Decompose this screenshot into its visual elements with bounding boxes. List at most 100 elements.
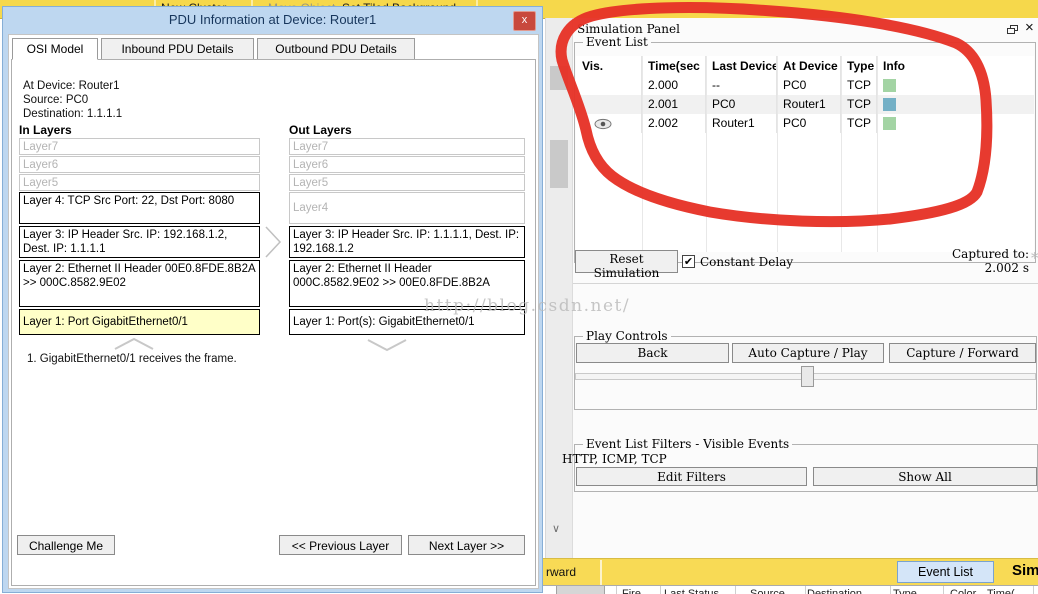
chevron-down-icon[interactable]: ∨ <box>552 522 560 535</box>
out-layer-6: Layer6 <box>289 156 525 173</box>
captured-to-value: 2.002 s <box>873 261 1029 275</box>
close-panel-icon[interactable]: × <box>1025 19 1034 36</box>
column-header: Type <box>841 56 877 76</box>
dialog-body: OSI Model Inbound PDU Details Outbound P… <box>8 34 539 589</box>
next-layer-button[interactable]: Next Layer >> <box>408 535 525 555</box>
pdu-column-header: Source <box>750 588 785 594</box>
capture-forward-button[interactable]: Capture / Forward <box>889 343 1036 363</box>
frame-note-text: 1. GigabitEthernet0/1 receives the frame… <box>27 353 237 365</box>
column-header: At Device <box>777 56 841 76</box>
reset-simulation-button[interactable]: Reset Simulation <box>575 250 678 273</box>
destination-text: Destination: 1.1.1.1 <box>23 108 122 120</box>
column-header: Time(sec <box>642 56 706 76</box>
divider <box>573 283 1038 284</box>
edit-filters-button[interactable]: Edit Filters <box>576 467 807 486</box>
at-device-cell: Router1 <box>777 95 841 114</box>
time-cell: 2.001 <box>642 95 706 114</box>
in-layer-1[interactable]: Layer 1: Port GigabitEthernet0/1 <box>19 309 260 335</box>
simulation-panel: Simulation Panel × Event List Vis. Time(… <box>572 18 1038 558</box>
arrow-right-icon <box>264 225 284 259</box>
auto-capture-play-button[interactable]: Auto Capture / Play <box>732 343 884 363</box>
out-layers-heading: Out Layers <box>289 123 352 137</box>
time-cell: 2.002 <box>642 114 706 133</box>
pdu-information-dialog: PDU Information at Device: Router1 x OSI… <box>2 6 543 593</box>
info-color-swatch[interactable] <box>883 79 896 92</box>
float-window-icon[interactable] <box>1007 25 1019 35</box>
event-list-toggle-button[interactable]: Event List <box>897 561 994 583</box>
type-cell: TCP <box>841 76 877 95</box>
scrollbar-thumb[interactable] <box>550 140 568 188</box>
time-cell: 2.000 <box>642 76 706 95</box>
back-button[interactable]: Back <box>576 343 729 363</box>
constant-delay-label: Constant Delay <box>700 255 793 269</box>
previous-layer-button[interactable]: << Previous Layer <box>279 535 402 555</box>
constant-delay-checkbox[interactable]: ✔ <box>682 255 695 268</box>
partial-button-text: rward <box>546 565 576 579</box>
divider <box>600 560 602 585</box>
info-cell[interactable] <box>877 95 1034 114</box>
at-device-text: At Device: Router1 <box>23 80 120 92</box>
event-table-header: Vis. Time(sec Last Device At Device Type… <box>576 56 1034 76</box>
in-layers-heading: In Layers <box>19 123 72 137</box>
column-header: Vis. <box>576 56 642 76</box>
pdu-column-header: Type <box>893 588 917 594</box>
chevron-up-icon[interactable] <box>112 336 156 351</box>
simulation-panel-title: Simulation Panel <box>577 22 680 36</box>
visible-events-text: HTTP, ICMP, TCP <box>562 452 667 466</box>
scrollbar-button[interactable] <box>550 66 568 90</box>
info-cell[interactable] <box>877 76 1034 95</box>
tab-osi-model[interactable]: OSI Model <box>12 38 98 60</box>
last-device-cell: Router1 <box>706 114 777 133</box>
out-layer-1[interactable]: Layer 1: Port(s): GigabitEthernet0/1 <box>289 309 525 335</box>
in-layer-7: Layer7 <box>19 138 260 155</box>
simulation-mode-label: Sim <box>1012 562 1038 579</box>
filters-label: Event List Filters - Visible Events <box>583 437 792 451</box>
pdu-column-header: Fire <box>622 588 641 594</box>
info-color-swatch[interactable] <box>883 98 896 111</box>
column-header: Info <box>877 56 1034 76</box>
show-all-button[interactable]: Show All <box>813 467 1037 486</box>
tab-outbound-pdu-details[interactable]: Outbound PDU Details <box>257 38 415 60</box>
info-color-swatch[interactable] <box>883 117 896 130</box>
speed-slider-thumb[interactable] <box>801 366 814 387</box>
at-device-cell: PC0 <box>777 114 841 133</box>
realtime-simulation-bar: rward Event List Sim <box>543 558 1038 586</box>
out-layer-4: Layer4 <box>289 192 525 224</box>
vis-cell[interactable] <box>576 114 642 133</box>
pdu-list-button-fragment[interactable] <box>556 585 605 594</box>
in-layer-3[interactable]: Layer 3: IP Header Src. IP: 192.168.1.2,… <box>19 226 260 258</box>
pdu-column-header: Time( <box>987 588 1015 594</box>
out-layer-3[interactable]: Layer 3: IP Header Src. IP: 1.1.1.1, Des… <box>289 226 525 258</box>
in-layer-4[interactable]: Layer 4: TCP Src Port: 22, Dst Port: 808… <box>19 192 260 224</box>
event-row[interactable]: 2.002 Router1 PC0 TCP <box>576 114 1034 133</box>
in-layer-2[interactable]: Layer 2: Ethernet II Header 00E0.8FDE.8B… <box>19 260 260 307</box>
vis-cell[interactable] <box>576 95 642 114</box>
event-row[interactable]: 2.001 PC0 Router1 TCP <box>576 95 1034 114</box>
pdu-column-header: Last Status <box>664 588 719 594</box>
chevron-down-icon[interactable] <box>365 338 409 353</box>
pdu-list-header: Fire Last Status Source Destination Type… <box>543 585 1038 594</box>
vis-cell[interactable] <box>576 76 642 95</box>
out-layer-2[interactable]: Layer 2: Ethernet II Header 000C.8582.9E… <box>289 260 525 307</box>
column-header: Last Device <box>706 56 777 76</box>
out-layer-5: Layer5 <box>289 174 525 191</box>
event-list-label: Event List <box>583 35 651 49</box>
eye-icon[interactable] <box>594 118 612 130</box>
type-cell: TCP <box>841 114 877 133</box>
info-cell[interactable] <box>877 114 1034 133</box>
event-row[interactable]: 2.000 -- PC0 TCP <box>576 76 1034 95</box>
event-list-table[interactable]: Vis. Time(sec Last Device At Device Type… <box>576 56 1034 252</box>
screen: New Cluster Move Object Set Tiled Backgr… <box>0 0 1038 594</box>
watermark-asterisk-icon: * <box>1031 249 1038 267</box>
pdu-column-header: Color <box>950 588 976 594</box>
type-cell: TCP <box>841 95 877 114</box>
captured-to-label: Captured to: <box>873 247 1029 261</box>
workspace-scrollbar[interactable]: ∨ <box>545 18 573 558</box>
in-layer-5: Layer5 <box>19 174 260 191</box>
challenge-me-button[interactable]: Challenge Me <box>17 535 115 555</box>
last-device-cell: -- <box>706 76 777 95</box>
tab-inbound-pdu-details[interactable]: Inbound PDU Details <box>101 38 254 60</box>
dialog-title: PDU Information at Device: Router1 <box>3 7 542 33</box>
close-icon[interactable]: x <box>513 11 536 31</box>
source-text: Source: PC0 <box>23 94 88 106</box>
